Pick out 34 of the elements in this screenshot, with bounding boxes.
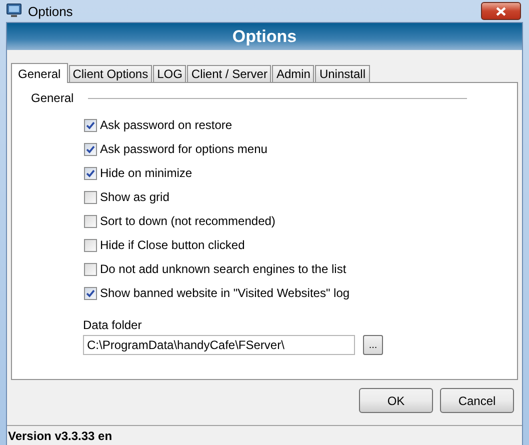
checkbox[interactable] (84, 118, 97, 132)
field-label: Data folder (83, 318, 143, 332)
checkbox-label: Show as grid (100, 190, 170, 204)
dialog-button[interactable]: Cancel (440, 388, 514, 413)
close-button[interactable] (481, 2, 521, 20)
checkbox[interactable] (84, 286, 97, 300)
checkbox[interactable] (84, 190, 97, 204)
group-title: General (31, 91, 74, 105)
checkbox[interactable] (84, 238, 97, 252)
tab[interactable]: Client Options (68, 65, 152, 82)
browse-button[interactable]: ... (363, 335, 383, 355)
tab[interactable]: LOG (153, 65, 186, 82)
checkbox-label: Hide if Close button clicked (100, 238, 245, 252)
checkbox[interactable] (84, 166, 97, 180)
monitor-icon (6, 3, 22, 19)
checkbox-label: Ask password on restore (100, 118, 232, 132)
checkbox-label: Show banned website in "Visited Websites" log (100, 286, 350, 300)
tab[interactable]: Client / Server (187, 65, 272, 82)
tab[interactable]: Uninstall (315, 65, 370, 82)
tab[interactable]: General (11, 63, 68, 83)
window-title: Options (28, 4, 73, 18)
tab[interactable]: Admin (272, 65, 314, 82)
close-icon (496, 6, 506, 16)
checkbox-label: Ask password for options menu (100, 142, 268, 156)
checkbox-label: Sort to down (not recommended) (100, 214, 276, 228)
header-title: Options (232, 26, 297, 46)
dialog-button[interactable]: OK (359, 388, 433, 413)
version-text: Version v3.3.33 en (8, 428, 112, 442)
data-folder-field[interactable]: C:\ProgramData\handyCafe\FServer\ (83, 335, 355, 355)
checkbox[interactable] (84, 262, 97, 276)
checkbox-label: Do not add unknown search engines to the list (100, 262, 346, 276)
checkbox-label: Hide on minimize (100, 166, 192, 180)
checkbox[interactable] (84, 142, 97, 156)
checkbox[interactable] (84, 214, 97, 228)
